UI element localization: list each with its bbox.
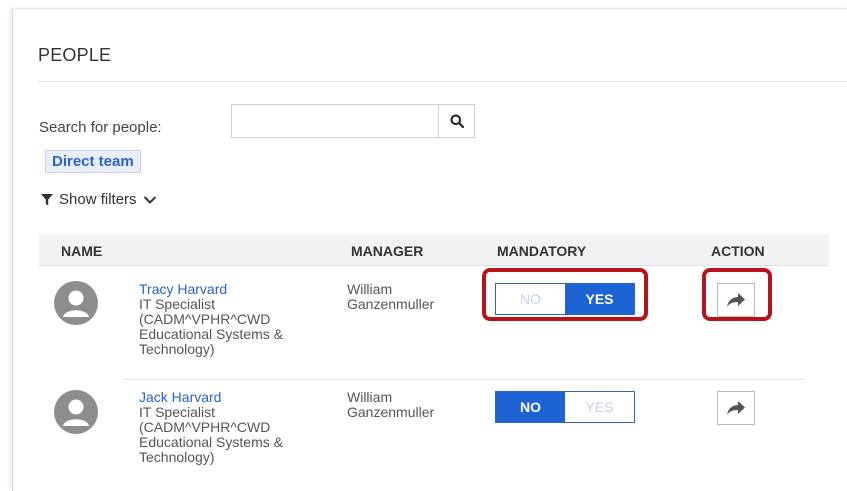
person-name-link[interactable]: Jack Harvard xyxy=(139,390,339,405)
column-header-manager[interactable]: MANAGER xyxy=(351,243,423,259)
search-input[interactable] xyxy=(232,105,438,137)
mandatory-highlight-box xyxy=(482,268,648,321)
column-header-action[interactable]: ACTION xyxy=(711,243,765,259)
mandatory-no-option[interactable]: NO xyxy=(496,392,565,422)
show-filters-toggle[interactable]: Show filters xyxy=(41,191,157,208)
mandatory-toggle[interactable]: NO YES xyxy=(495,391,635,423)
manager-name: William Ganzenmuller xyxy=(347,389,435,420)
person-cell: Tracy Harvard IT Specialist (CADM^VPHR^C… xyxy=(139,282,339,357)
user-avatar-icon xyxy=(54,390,98,434)
chevron-down-icon xyxy=(143,195,156,204)
share-arrow-icon xyxy=(727,401,745,415)
search-label: Search for people: xyxy=(39,119,162,136)
action-highlight-box xyxy=(702,268,772,321)
search-box xyxy=(231,104,475,138)
title-divider xyxy=(37,81,847,82)
person-title: IT Specialist (CADM^VPHR^CWD Educational… xyxy=(139,296,283,357)
show-filters-label: Show filters xyxy=(59,191,137,208)
person-name-link[interactable]: Tracy Harvard xyxy=(139,282,339,297)
person-title: IT Specialist (CADM^VPHR^CWD Educational… xyxy=(139,404,283,465)
table-row: Jack Harvard IT Specialist (CADM^VPHR^CW… xyxy=(39,380,829,491)
direct-team-chip[interactable]: Direct team xyxy=(45,150,141,173)
column-header-name[interactable]: NAME xyxy=(61,243,102,259)
share-button[interactable] xyxy=(717,391,755,425)
person-cell: Jack Harvard IT Specialist (CADM^VPHR^CW… xyxy=(139,390,339,465)
user-avatar-icon xyxy=(54,281,98,325)
column-header-mandatory[interactable]: MANDATORY xyxy=(497,243,586,259)
filter-icon xyxy=(41,193,53,205)
manager-name: William Ganzenmuller xyxy=(347,281,435,312)
search-icon xyxy=(450,114,464,128)
people-panel: PEOPLE Search for people: Direct team Sh… xyxy=(12,8,847,491)
search-button[interactable] xyxy=(438,105,474,137)
table-header: NAME MANAGER MANDATORY ACTION xyxy=(39,234,829,266)
mandatory-yes-option[interactable]: YES xyxy=(565,392,634,422)
page-title: PEOPLE xyxy=(38,45,112,65)
